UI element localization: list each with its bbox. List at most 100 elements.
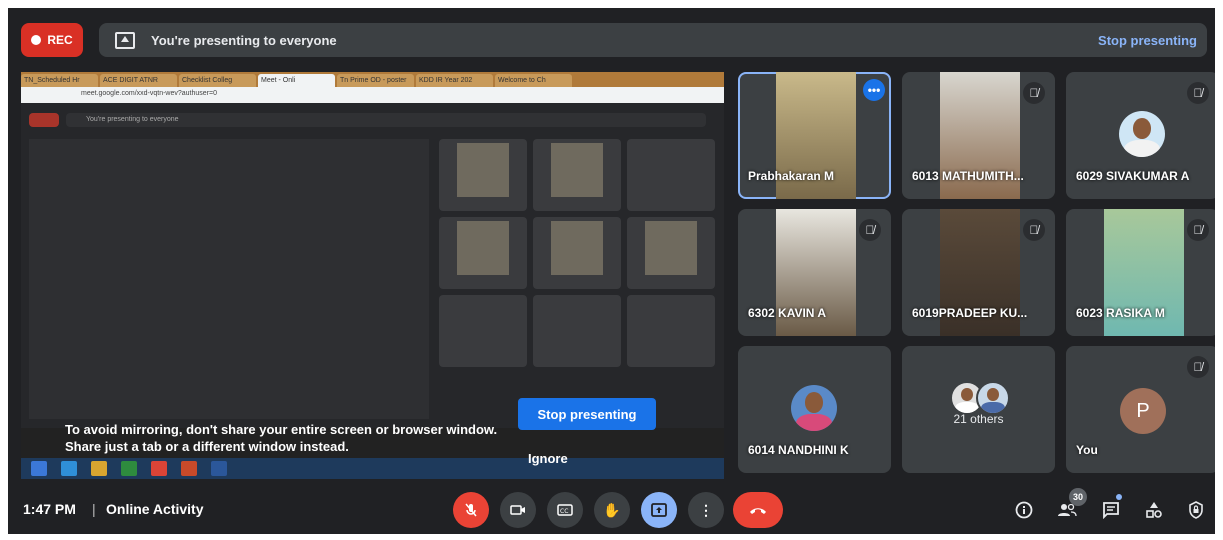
hand-icon: ✋ [603, 501, 621, 518]
participant-tile-others[interactable]: 21 others [902, 346, 1055, 473]
mic-off-icon: 🎙̸ [1023, 219, 1045, 241]
stop-presenting-button[interactable]: Stop presenting [518, 398, 656, 430]
mirroring-warning: To avoid mirroring, don't share your ent… [65, 421, 497, 455]
meeting-name: Online Activity [106, 501, 204, 517]
participant-name: You [1076, 443, 1098, 457]
mic-off-icon: 🎙̸ [1187, 82, 1209, 104]
meeting-details-button[interactable] [1012, 498, 1036, 522]
chat-notification-dot [1116, 494, 1122, 500]
svg-text:CC: CC [560, 508, 568, 515]
participant-tile-self[interactable]: 🎙̸ P You [1066, 346, 1215, 473]
ignore-button[interactable]: Ignore [528, 451, 568, 466]
mic-off-icon: 🎙̸ [859, 219, 881, 241]
present-now-button[interactable] [641, 492, 677, 528]
browser-tab: Checklist Colleg [179, 74, 256, 87]
leave-call-button[interactable] [733, 492, 783, 528]
avatar-face [987, 387, 999, 401]
mirrored-video [456, 220, 510, 275]
mirrored-video [644, 220, 698, 275]
mirrored-tile [439, 217, 527, 289]
captions-button[interactable]: CC [547, 492, 583, 528]
end-call-icon [750, 508, 766, 514]
edge-icon [61, 461, 77, 476]
participant-tile[interactable]: 🎙̸ 6013 MATHUMITH... [902, 72, 1055, 199]
windows-taskbar [21, 458, 724, 479]
participant-count-badge: 30 [1069, 488, 1087, 506]
browser-tab: Tn Prime OD - poster [337, 74, 414, 87]
mic-off-icon: 🎙̸ [1187, 356, 1209, 378]
mic-toggle-button[interactable] [453, 492, 489, 528]
paint-icon [181, 461, 197, 476]
mirrored-video [550, 142, 604, 197]
participant-avatar [791, 385, 837, 431]
mirrored-shared-area [29, 139, 429, 419]
participant-tile[interactable]: 6014 NANDHINI K [738, 346, 891, 473]
participant-tile[interactable]: 🎙̸ 6019PRADEEP KU... [902, 209, 1055, 336]
stop-presenting-link[interactable]: Stop presenting [1098, 33, 1197, 48]
avatar-face [1132, 117, 1152, 139]
raise-hand-button[interactable]: ✋ [594, 492, 630, 528]
more-vert-icon: ⋮ [699, 501, 713, 518]
browser-tab: Welcome to Ch [495, 74, 572, 87]
mic-off-icon: 🎙̸ [1023, 82, 1045, 104]
mirrored-tile [533, 217, 621, 289]
self-avatar: P [1120, 388, 1166, 434]
chrome-icon [151, 461, 167, 476]
mirrored-rec-indicator [29, 113, 59, 127]
more-options-icon[interactable]: ••• [863, 79, 885, 101]
participant-name: 6302 KAVIN A [748, 306, 827, 320]
captions-icon: CC [557, 504, 573, 516]
more-options-button[interactable]: ⋮ [688, 492, 724, 528]
participant-name: 6029 SIVAKUMAR A [1076, 169, 1190, 183]
chat-icon [1103, 502, 1119, 519]
browser-address-bar: meet.google.com/xxd-vqtn-wev?authuser=0 [21, 87, 724, 103]
mirrored-tile [627, 217, 715, 289]
participant-tile[interactable]: 🎙̸ 6029 SIVAKUMAR A [1066, 72, 1215, 199]
presentation-top-bar: REC You're presenting to everyone Stop p… [21, 23, 1207, 57]
rec-indicator[interactable]: REC [21, 23, 83, 57]
presenting-text: You're presenting to everyone [151, 32, 337, 48]
present-screen-icon [115, 31, 135, 49]
divider: | [92, 501, 96, 517]
host-controls-button[interactable] [1184, 498, 1208, 522]
browser-url: meet.google.com/xxd-vqtn-wev?authuser=0 [81, 90, 217, 97]
mic-off-icon: 🎙̸ [1187, 219, 1209, 241]
mirrored-tile [439, 295, 527, 367]
browser-tab: TN_Scheduled Hr [21, 74, 98, 87]
participant-name: 6014 NANDHINI K [748, 443, 849, 457]
participant-name: 6023 RASIKA M [1076, 306, 1165, 320]
mic-off-icon [465, 503, 477, 517]
clock: 1:47 PM [23, 501, 76, 517]
participant-avatar [976, 381, 1010, 415]
camera-icon [510, 505, 525, 515]
activities-button[interactable] [1142, 498, 1166, 522]
browser-tab: KDD IR Year 202 [416, 74, 493, 87]
browser-tab: ACE DIGIT ATNR [100, 74, 177, 87]
avatar-face [961, 387, 973, 401]
rec-label: REC [47, 33, 73, 47]
mirrored-video [550, 220, 604, 275]
participant-name: 6019PRADEEP KU... [912, 306, 1028, 320]
avatar-shirt [795, 413, 833, 431]
avatar-shirt [1123, 139, 1161, 157]
mirrored-tile [627, 295, 715, 367]
meet-window: REC You're presenting to everyone Stop p… [8, 8, 1215, 534]
record-dot-icon [31, 35, 42, 45]
mirrored-video [456, 142, 510, 197]
info-icon [1015, 501, 1033, 519]
windows-start-icon [31, 461, 47, 476]
participant-tile[interactable]: 🎙̸ 6023 RASIKA M [1066, 209, 1215, 336]
mirroring-warning-line1: To avoid mirroring, don't share your ent… [65, 422, 498, 437]
chat-button[interactable] [1099, 498, 1123, 522]
mirrored-tile [439, 139, 527, 211]
shield-lock-icon [1189, 501, 1203, 519]
camera-toggle-button[interactable] [500, 492, 536, 528]
participant-avatar [1119, 111, 1165, 157]
activities-shapes-icon [1146, 502, 1162, 518]
mirrored-tile [533, 295, 621, 367]
participant-tile[interactable]: 🎙̸ 6302 KAVIN A [738, 209, 891, 336]
browser-tab-strip: TN_Scheduled Hr ACE DIGIT ATNR Checklist… [21, 72, 724, 87]
others-count: 21 others [953, 412, 1004, 426]
participant-tile[interactable]: ••• Prabhakaran M [738, 72, 891, 199]
presenting-banner: You're presenting to everyone Stop prese… [99, 23, 1207, 57]
